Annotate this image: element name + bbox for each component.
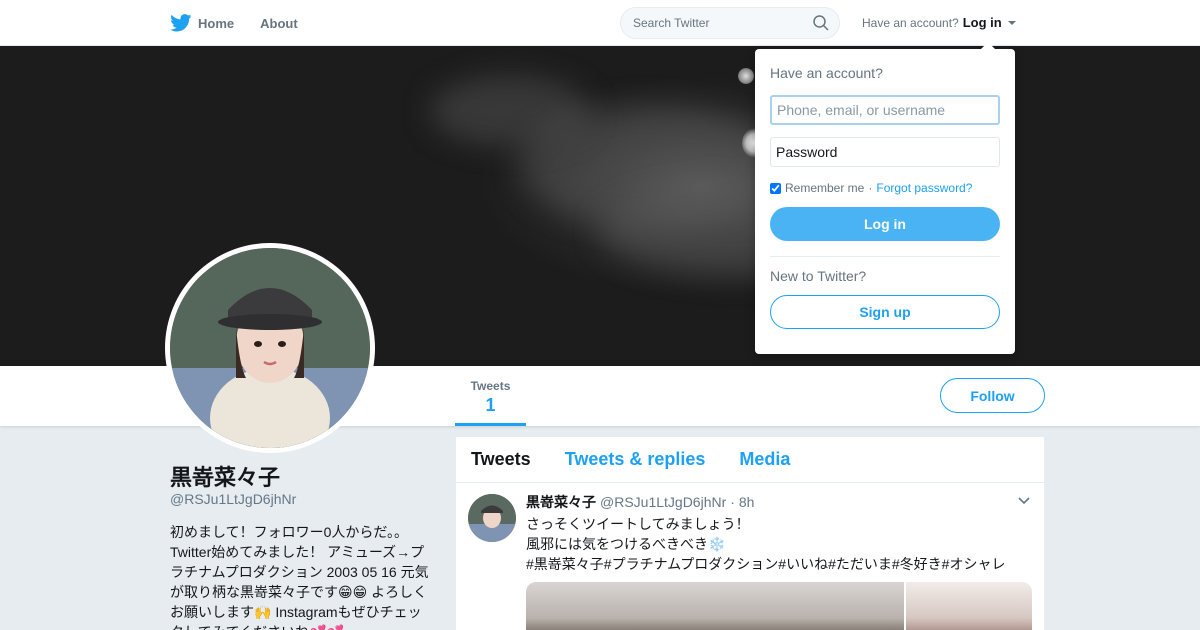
have-account-text: Have an account? xyxy=(862,15,959,30)
login-button[interactable]: Log in xyxy=(770,207,1000,241)
tab-media[interactable]: Media xyxy=(739,449,790,470)
tweets-stat-label: Tweets xyxy=(470,379,511,393)
tweet-text: さっそくツイートしてみましょう！ 風邪には気をつけるべきべき❄️ #黒嵜菜々子#… xyxy=(526,514,1032,574)
forgot-password-link[interactable]: Forgot password? xyxy=(876,181,972,195)
avatar-illustration xyxy=(170,248,370,448)
remember-row: Remember me · Forgot password? xyxy=(770,181,1000,195)
profile-bio: 初めまして！フォロワー0人からだ。。Twitter始めてみました！ アミューズ→… xyxy=(170,524,429,630)
search-box[interactable] xyxy=(620,7,840,39)
profile-avatar[interactable] xyxy=(165,243,375,453)
remember-me-label[interactable]: Remember me xyxy=(785,181,864,195)
top-navigation: Home About Have an account? Log in xyxy=(0,0,1200,46)
tweet-line: 風邪には気をつけるべきべき❄️ xyxy=(526,536,726,552)
timeline-tabs: Tweets Tweets & replies Media xyxy=(456,437,1044,483)
tweet-hashtags[interactable]: #黒嵜菜々子#プラチナムプロダクション#いいね#ただいま#冬好き#オシャレ xyxy=(526,554,1032,574)
caret-down-icon[interactable] xyxy=(1007,20,1016,25)
nav-about-label: About xyxy=(260,15,298,31)
login-dropdown: Have an account? Remember me · Forgot pa… xyxy=(755,42,1015,354)
username-field[interactable] xyxy=(770,95,1000,125)
remember-separator: · xyxy=(868,181,873,195)
login-dropdown-title: Have an account? xyxy=(770,65,883,81)
tweet-media[interactable] xyxy=(526,582,1032,630)
tweet-line: さっそくツイートしてみましょう！ xyxy=(526,516,750,532)
search-icon[interactable] xyxy=(813,15,829,31)
tab-tweets[interactable]: Tweets xyxy=(471,449,531,470)
tweet-timestamp[interactable]: · 8h xyxy=(730,494,754,510)
avatar-photo xyxy=(170,248,370,448)
search-input[interactable] xyxy=(633,8,813,38)
tweet-author-handle[interactable]: @RSJu1LtJgD6jhNr xyxy=(600,494,726,510)
login-menu-toggle[interactable]: Log in xyxy=(963,15,1002,30)
tweet-photo[interactable] xyxy=(906,582,1032,630)
account-menu: Have an account? Log in xyxy=(862,15,1016,30)
tweet-header: 黒嵜菜々子 @RSJu1LtJgD6jhNr · 8h xyxy=(526,492,1032,512)
chevron-down-icon[interactable] xyxy=(1018,497,1030,505)
profile-handle[interactable]: @RSJu1LtJgD6jhNr xyxy=(170,491,296,507)
tweet-avatar[interactable] xyxy=(468,494,516,542)
new-to-twitter-text: New to Twitter? xyxy=(770,268,867,284)
password-field[interactable] xyxy=(770,137,1000,167)
twitter-bird-icon xyxy=(170,14,192,32)
nav-left: Home About xyxy=(170,0,298,46)
timeline: Tweets Tweets & replies Media 黒嵜菜々子 @RSJ… xyxy=(456,437,1044,630)
tweet-photo[interactable] xyxy=(526,582,904,630)
tweets-stat-count: 1 xyxy=(485,395,496,415)
follow-button[interactable]: Follow xyxy=(940,378,1045,413)
signup-button[interactable]: Sign up xyxy=(770,295,1000,329)
tweet-author-name[interactable]: 黒嵜菜々子 xyxy=(526,492,596,512)
tweet[interactable]: 黒嵜菜々子 @RSJu1LtJgD6jhNr · 8h さっそくツイートしてみま… xyxy=(456,483,1044,630)
tweets-stat[interactable]: Tweets 1 xyxy=(455,366,526,426)
nav-home[interactable]: Home xyxy=(170,14,234,32)
remember-me-checkbox[interactable] xyxy=(770,182,781,194)
nav-home-label: Home xyxy=(198,15,235,31)
divider xyxy=(770,256,1000,257)
profile-name: 黒嵜菜々子 xyxy=(170,465,281,490)
tab-tweets-replies[interactable]: Tweets & replies xyxy=(565,449,706,470)
tweet-avatar-illustration xyxy=(468,494,516,542)
nav-about[interactable]: About xyxy=(260,16,298,31)
